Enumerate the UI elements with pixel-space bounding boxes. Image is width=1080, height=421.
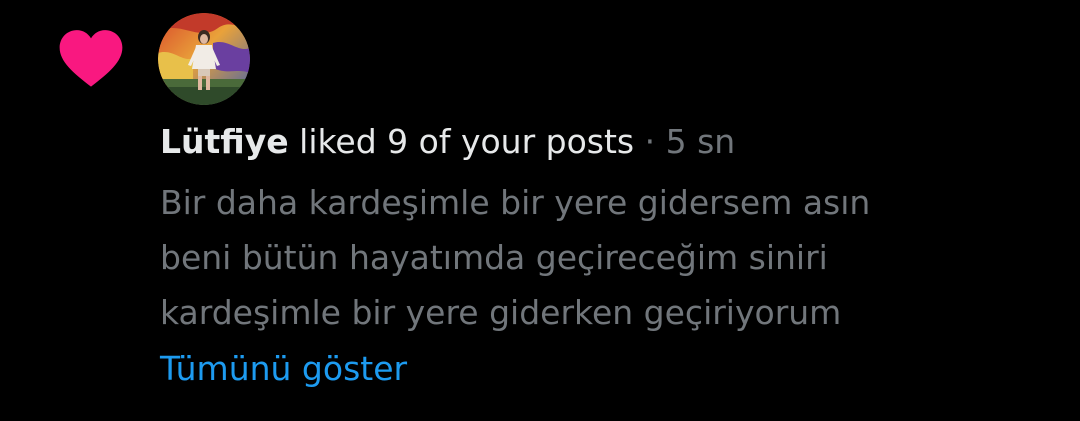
post-preview[interactable]: Bir daha kardeşimle bir yere gidersem as…: [160, 175, 1060, 340]
notification-headline: Lütfiye liked 9 of your posts · 5 sn: [160, 117, 1060, 167]
like-notification[interactable]: Lütfiye liked 9 of your posts · 5 sn Bir…: [0, 0, 1080, 421]
post-line: Bir daha kardeşimle bir yere gidersem as…: [160, 183, 871, 222]
timestamp: 5 sn: [665, 122, 736, 161]
notification-content: Lütfiye liked 9 of your posts · 5 sn Bir…: [160, 117, 1060, 394]
heart-icon: [59, 30, 123, 87]
post-line: kardeşimle bir yere giderken geçiriyorum: [160, 293, 842, 332]
avatar[interactable]: [158, 13, 250, 105]
user-name[interactable]: Lütfiye: [160, 122, 289, 161]
action-text: liked 9 of your posts: [288, 122, 635, 161]
show-more-link[interactable]: Tümünü göster: [160, 344, 407, 394]
separator: ·: [634, 122, 666, 161]
post-line: beni bütün hayatımda geçireceğim siniri: [160, 238, 828, 277]
